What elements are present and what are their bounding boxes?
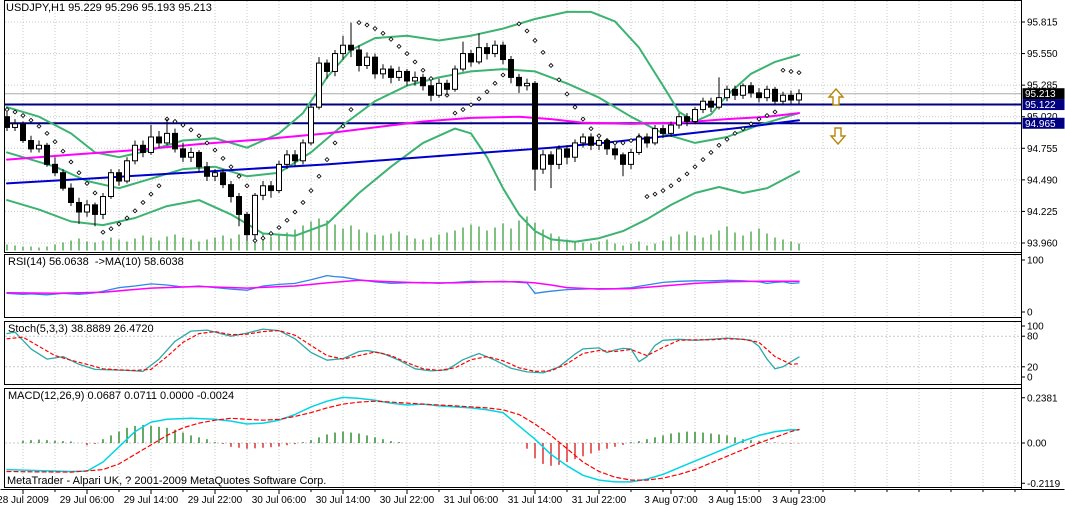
up-arrow-icon (827, 87, 845, 106)
svg-text:94.965: 94.965 (1025, 119, 1056, 130)
svg-text:95.550: 95.550 (1027, 49, 1058, 60)
rsi-panel (6, 274, 800, 296)
metatrader-chart-window: USDJPY,H1 95.229 95.296 95.193 95.213 RS… (0, 0, 1065, 508)
down-arrow-icon (829, 127, 847, 146)
main-price-panel (5, 10, 1021, 251)
volume-histogram (6, 216, 800, 251)
macd-indicator-label: MACD(12,26,9) 0.0687 0.0711 0.0000 -0.00… (8, 390, 235, 402)
svg-text:95.122: 95.122 (1025, 100, 1056, 111)
time-axis: 28 Jul 2009 29 Jul 06:00 29 Jul 14:00 29 Ju… (0, 489, 1016, 506)
svg-text:95.213: 95.213 (1025, 89, 1056, 100)
horizontal-gridlines (5, 21, 1021, 444)
svg-text:31 Jul 14:00: 31 Jul 14:00 (508, 495, 563, 506)
macd-panel (6, 396, 800, 483)
svg-text:0: 0 (1027, 308, 1033, 319)
svg-text:80: 80 (1027, 332, 1039, 343)
candlesticks (5, 22, 802, 241)
svg-text:3 Aug 15:00: 3 Aug 15:00 (708, 495, 762, 506)
svg-text:0.2381: 0.2381 (1027, 393, 1058, 404)
svg-text:31 Jul 06:00: 31 Jul 06:00 (444, 495, 499, 506)
svg-text:0: 0 (1027, 373, 1033, 384)
ohlc-title: USDJPY,H1 95.229 95.296 95.193 95.213 (6, 2, 212, 14)
svg-text:28 Jul 2009: 28 Jul 2009 (0, 495, 49, 506)
copyright-text: MetaTrader - Alpari UK, ? 2001-2009 Meta… (7, 475, 327, 487)
macd-histogram (22, 424, 800, 466)
svg-text:3 Aug 23:00: 3 Aug 23:00 (772, 495, 826, 506)
stoch-indicator-label: Stoch(5,3,3) 38.8889 26.4720 (8, 323, 154, 335)
rsi-indicator-label: RSI(14) 56.0638 ->MA(10) 58.6038 (8, 256, 184, 268)
svg-text:94.490: 94.490 (1027, 175, 1058, 186)
svg-text:100: 100 (1027, 256, 1044, 267)
price-tags: 95.21395.122 94.965 (1022, 88, 1065, 130)
svg-text:95.815: 95.815 (1027, 18, 1058, 29)
svg-text:29 Jul 22:00: 29 Jul 22:00 (188, 495, 243, 506)
svg-text:31 Jul 22:00: 31 Jul 22:00 (572, 495, 627, 506)
svg-text:94.755: 94.755 (1027, 144, 1058, 155)
svg-text:3 Aug 07:00: 3 Aug 07:00 (644, 495, 698, 506)
svg-text:30 Jul 14:00: 30 Jul 14:00 (316, 495, 371, 506)
svg-text:30 Jul 22:00: 30 Jul 22:00 (380, 495, 435, 506)
overlay-lines (6, 10, 800, 243)
svg-text:30 Jul 06:00: 30 Jul 06:00 (252, 495, 307, 506)
chart-canvas[interactable]: 95.81595.55095.28595.02094.75594.49094.2… (0, 0, 1065, 508)
parabolic-sar-dots (5, 20, 802, 244)
svg-text:0.00: 0.00 (1027, 439, 1047, 450)
svg-text:-0.2119: -0.2119 (1027, 479, 1061, 490)
svg-text:29 Jul 14:00: 29 Jul 14:00 (124, 495, 179, 506)
svg-text:94.225: 94.225 (1027, 207, 1058, 218)
svg-text:29 Jul 06:00: 29 Jul 06:00 (60, 495, 115, 506)
svg-text:93.960: 93.960 (1027, 238, 1058, 249)
panel-borders (0, 0, 1065, 490)
